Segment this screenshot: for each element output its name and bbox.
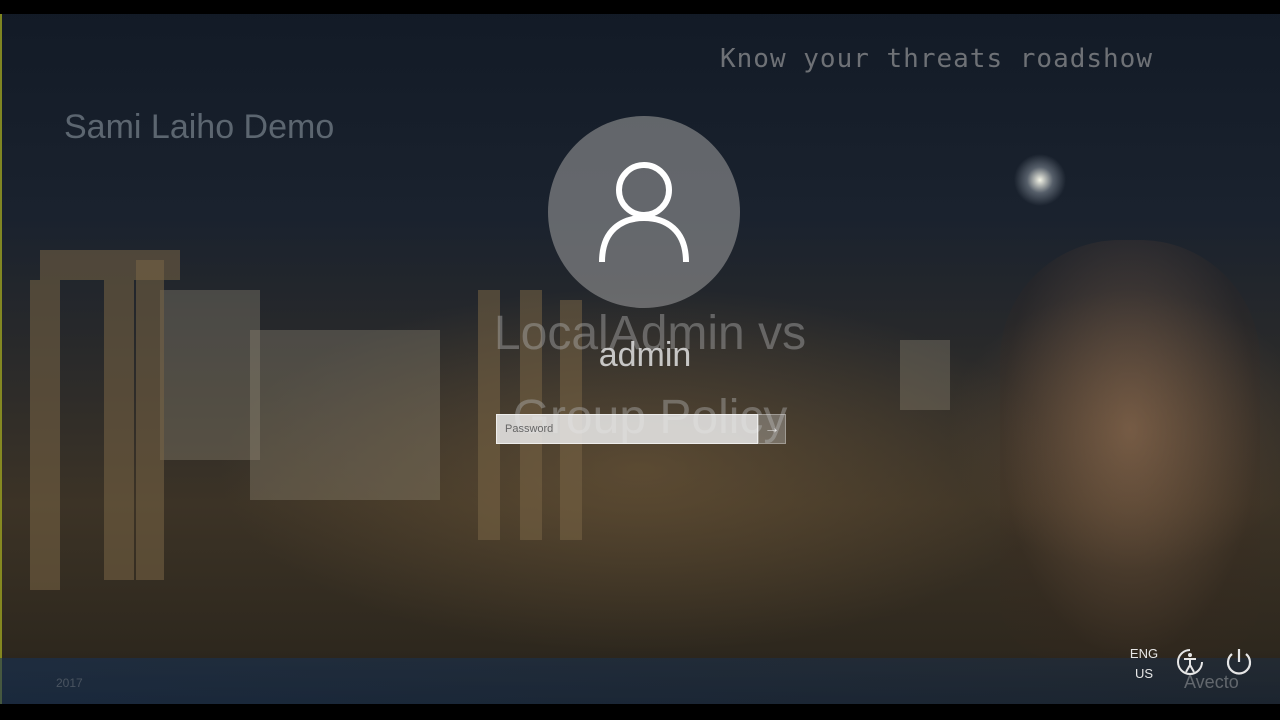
language-switcher[interactable]: ENG US xyxy=(1124,644,1164,684)
letterbox-bottom xyxy=(0,704,1280,720)
year-label: 2017 xyxy=(56,676,83,690)
footer-strip xyxy=(0,658,1280,704)
roadshow-label: Know your threats roadshow xyxy=(720,44,1153,74)
user-icon xyxy=(599,162,689,263)
submit-button[interactable]: → xyxy=(758,414,786,444)
letterbox-top xyxy=(0,0,1280,14)
background-building xyxy=(160,290,260,460)
column xyxy=(104,280,134,580)
language-code: ENG xyxy=(1129,646,1159,661)
column xyxy=(136,260,164,580)
demo-title: Sami Laiho Demo xyxy=(64,108,335,146)
distant-temple xyxy=(900,340,950,410)
language-region: US xyxy=(1134,666,1154,681)
background-arch xyxy=(250,330,440,500)
brand-watermark: Avecto xyxy=(1184,672,1239,692)
user-avatar xyxy=(548,116,740,308)
lock-screen: Sami Laiho Demo Know your threats roadsh… xyxy=(0,0,1280,720)
presenter-webcam-overlay xyxy=(1000,240,1260,660)
password-input[interactable] xyxy=(496,414,758,444)
column-lintel xyxy=(40,250,180,280)
column xyxy=(30,280,60,590)
arrow-right-icon: → xyxy=(764,420,780,437)
edge-line xyxy=(0,14,2,704)
username-label: admin xyxy=(598,336,692,374)
password-box: → xyxy=(496,414,786,444)
